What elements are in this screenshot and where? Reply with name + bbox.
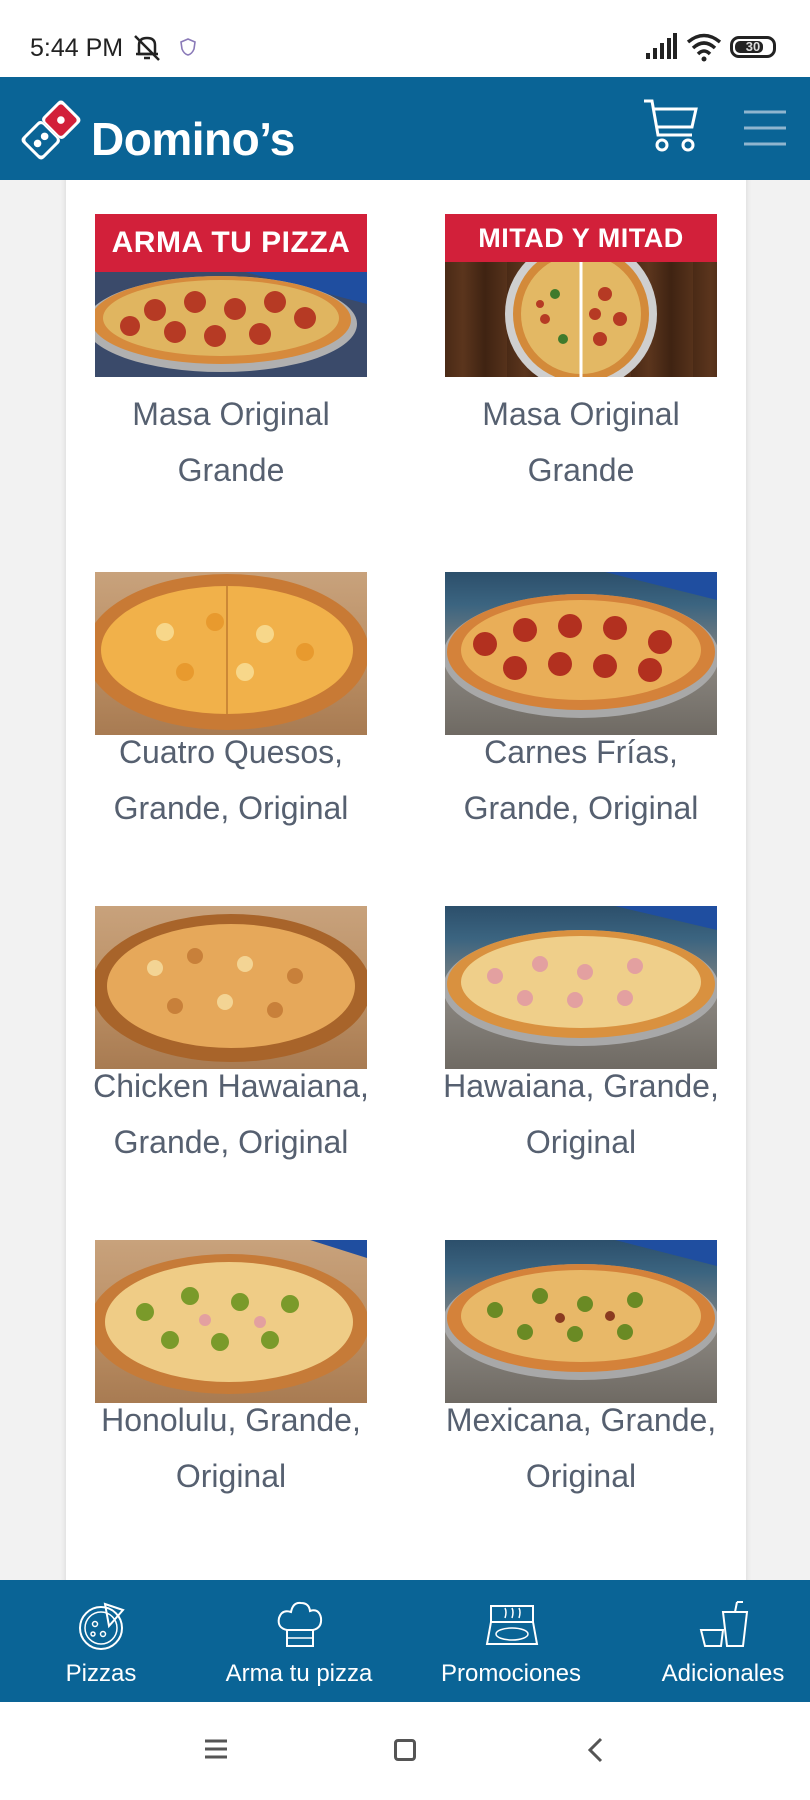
product-label[interactable]: Masa Original Grande	[75, 386, 387, 498]
product-label[interactable]: Chicken Hawaiana, Grande, Original	[75, 1058, 387, 1170]
nav-arma-tu-pizza[interactable]: Arma tu pizza	[198, 1580, 400, 1702]
product-image[interactable]	[445, 572, 717, 735]
product-image[interactable]: MITAD Y MITAD	[445, 214, 717, 377]
bottom-navigation: Pizzas Arma tu pizza Promociones Adicion…	[0, 1580, 810, 1702]
drinks-icon	[699, 1601, 749, 1647]
nav-pizzas[interactable]: Pizzas	[0, 1580, 202, 1702]
battery-icon: 30	[730, 36, 776, 58]
back-icon[interactable]	[586, 1737, 606, 1763]
product-image[interactable]	[95, 906, 367, 1069]
nav-promociones[interactable]: Promociones	[410, 1580, 612, 1702]
home-icon[interactable]	[394, 1739, 416, 1761]
status-time: 5:44 PM	[30, 34, 124, 62]
nav-adicionales-label: Adicionales	[661, 1660, 785, 1687]
status-bar: 5:44 PM 30	[0, 0, 810, 77]
product-label[interactable]: Honolulu, Grande, Original	[75, 1392, 387, 1504]
product-banner: MITAD Y MITAD	[445, 214, 717, 262]
product-image[interactable]	[445, 1240, 717, 1403]
signal-icon	[646, 33, 677, 59]
dominos-logo-icon[interactable]	[16, 95, 86, 165]
recent-apps-icon[interactable]	[204, 1738, 228, 1760]
product-label[interactable]: Hawaiana, Grande, Original	[425, 1058, 737, 1170]
product-card: ARMA TU PIZZA Masa Original Grande MITAD…	[66, 180, 746, 1580]
pizza-icon	[79, 1602, 125, 1650]
product-banner: ARMA TU PIZZA	[95, 214, 367, 272]
product-label[interactable]: Cuatro Quesos, Grande, Original	[75, 724, 387, 836]
product-label[interactable]: Carnes Frías, Grande, Original	[425, 724, 737, 836]
product-list: ARMA TU PIZZA Masa Original Grande MITAD…	[0, 180, 810, 1580]
product-image[interactable]: ARMA TU PIZZA	[95, 214, 367, 377]
nav-arma-tu-pizza-label: Arma tu pizza	[225, 1660, 373, 1687]
brand-name[interactable]: Domino’s	[91, 112, 295, 166]
cart-icon[interactable]	[640, 95, 702, 157]
nav-promociones-label: Promociones	[440, 1660, 582, 1687]
hamburger-menu-icon[interactable]	[742, 108, 788, 148]
pizza-box-icon	[485, 1605, 539, 1645]
wifi-icon	[686, 33, 722, 62]
mute-icon	[134, 35, 160, 61]
nav-adicionales[interactable]: Adicionales	[622, 1580, 810, 1702]
shield-icon	[180, 38, 196, 56]
product-label[interactable]: Masa Original Grande	[425, 386, 737, 498]
product-image[interactable]	[445, 906, 717, 1069]
product-image[interactable]	[95, 1240, 367, 1403]
chef-hat-icon	[277, 1601, 323, 1647]
battery-level: 30	[745, 39, 761, 54]
product-label[interactable]: Mexicana, Grande, Original	[425, 1392, 737, 1504]
nav-pizzas-label: Pizzas	[65, 1660, 137, 1687]
product-image[interactable]	[95, 572, 367, 735]
